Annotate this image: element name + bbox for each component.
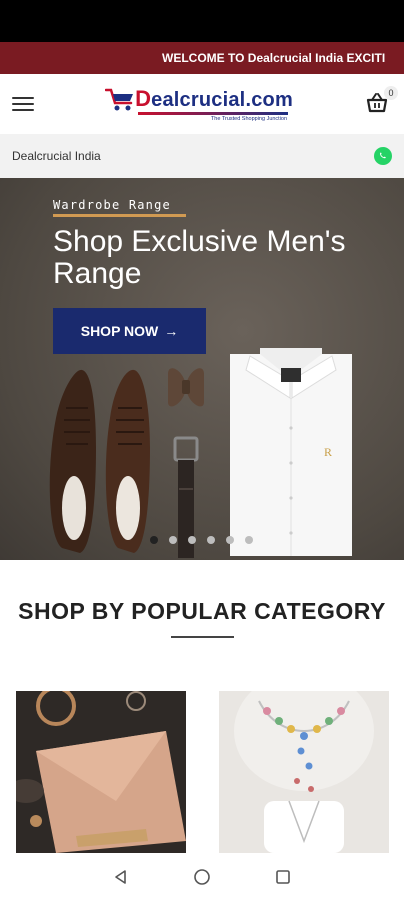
system-navigation-bar (0, 853, 404, 900)
back-triangle-icon (114, 869, 126, 884)
hero-title: Shop Exclusive Men's Range (53, 225, 346, 290)
cart-button[interactable]: 0 (364, 86, 398, 118)
logo-underline (137, 112, 288, 115)
recents-button[interactable] (273, 867, 293, 887)
menu-button[interactable] (12, 97, 34, 111)
cart-count-badge: 0 (383, 86, 398, 100)
handbag-product-image (16, 691, 186, 853)
logo-tagline: The Trusted Shopping Junction (210, 116, 288, 122)
hero-product-image: R (49, 348, 352, 558)
logo-initial: D (135, 86, 152, 111)
recents-square-icon (276, 869, 291, 884)
site-logo[interactable]: Dealcrucial.com The Trusted Shopping Jun… (105, 86, 293, 122)
carousel-dot[interactable] (150, 536, 158, 544)
hero-banner[interactable]: Wardrobe Range Shop Exclusive Men's Rang… (0, 178, 404, 560)
carousel-dot[interactable] (169, 536, 177, 544)
section-divider (171, 636, 234, 638)
shirt-monogram: R (324, 445, 332, 459)
carousel-dot[interactable] (245, 536, 253, 544)
carousel-dots[interactable] (150, 536, 253, 544)
hero-eyebrow-underline (53, 214, 186, 217)
home-circle-icon (194, 868, 210, 885)
hamburger-icon (12, 97, 34, 99)
status-bar (0, 0, 404, 42)
shoe-right-image (105, 369, 150, 553)
whatsapp-icon[interactable] (374, 147, 392, 165)
home-button[interactable] (192, 867, 212, 887)
necklace-product-image (234, 691, 374, 853)
carousel-dot[interactable] (207, 536, 215, 544)
announcement-ticker: WELCOME TO Dealcrucial India EXCITI (0, 42, 404, 74)
bowtie-image (168, 368, 204, 407)
logo-text: ealcrucial.com (151, 89, 293, 111)
site-header: Dealcrucial.com The Trusted Shopping Jun… (0, 74, 404, 134)
ticker-text: WELCOME TO Dealcrucial India EXCITI (162, 51, 386, 65)
category-card-jewellery[interactable] (219, 691, 389, 853)
hero-eyebrow: Wardrobe Range (53, 198, 171, 212)
logo-cart-icon (105, 88, 134, 111)
back-button[interactable] (111, 867, 131, 887)
section-title: SHOP BY POPULAR CATEGORY (18, 598, 386, 624)
logo-wordmark: Dealcrucial.com (135, 86, 293, 112)
store-name: Dealcrucial India (12, 149, 101, 163)
carousel-dot[interactable] (188, 536, 196, 544)
category-card-handbags[interactable] (16, 691, 186, 853)
shoe-left-image (49, 369, 96, 553)
carousel-dot[interactable] (226, 536, 234, 544)
info-bar: Dealcrucial India (0, 134, 404, 178)
shirt-image: R (230, 348, 352, 556)
shop-now-label: SHOP NOW (80, 323, 159, 339)
arrow-right-icon: → (164, 323, 179, 339)
